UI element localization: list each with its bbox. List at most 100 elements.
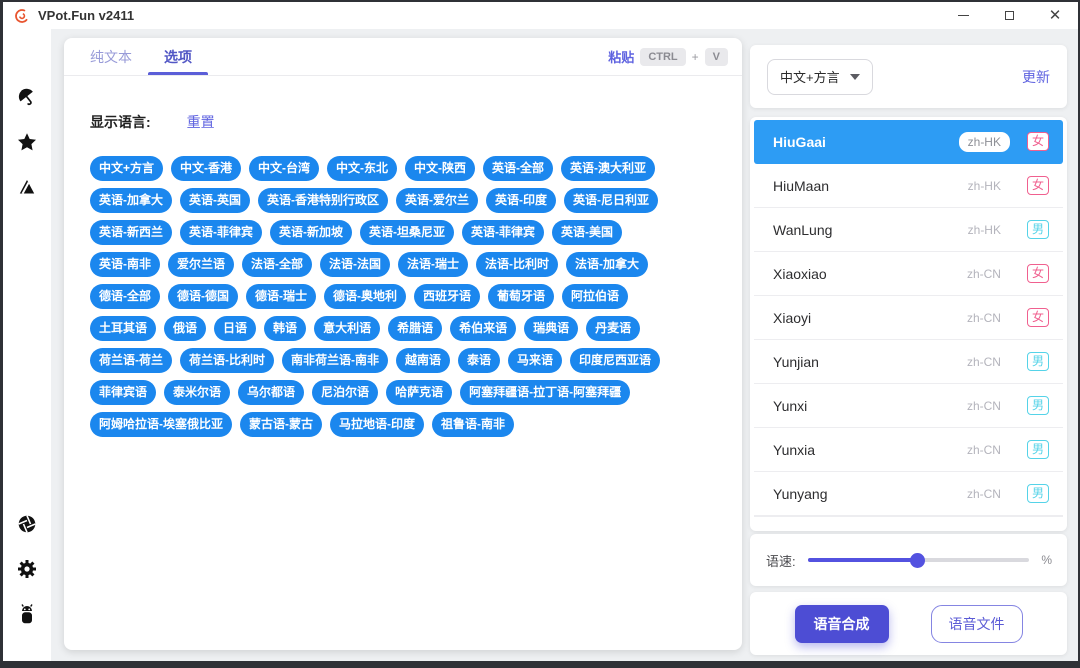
language-pill[interactable]: 德语-瑞士 (246, 284, 316, 309)
voice-gender-badge: 男 (1027, 220, 1049, 239)
maximize-button[interactable] (986, 2, 1032, 29)
pill-row: 菲律宾语泰米尔语乌尔都语尼泊尔语哈萨克语阿塞拜疆语-拉丁语-阿塞拜疆 (90, 380, 718, 405)
ctrl-key-badge: CTRL (640, 48, 685, 66)
azure-icon[interactable] (15, 175, 39, 199)
synthesize-button[interactable]: 语音合成 (795, 605, 889, 643)
language-pill[interactable]: 英语-坦桑尼亚 (360, 220, 454, 245)
close-button[interactable]: ✕ (1032, 2, 1078, 29)
language-pill[interactable]: 英语-新西兰 (90, 220, 172, 245)
voice-gender-badge: 男 (1027, 440, 1049, 459)
language-pill[interactable]: 阿塞拜疆语-拉丁语-阿塞拜疆 (460, 380, 630, 405)
language-pill[interactable]: 中文-陕西 (405, 156, 475, 181)
language-pill[interactable]: 英语-菲律宾 (462, 220, 544, 245)
language-pill[interactable]: 葡萄牙语 (488, 284, 554, 309)
language-pill[interactable]: 德语-奥地利 (324, 284, 406, 309)
language-pill[interactable]: 英语-尼日利亚 (564, 188, 658, 213)
voice-locale-badge: zh-CN (967, 443, 1001, 457)
language-pill[interactable]: 法语-法国 (320, 252, 390, 277)
pill-row: 荷兰语-荷兰荷兰语-比利时南非荷兰语-南非越南语泰语马来语印度尼西亚语 (90, 348, 718, 373)
language-pill[interactable]: 阿姆哈拉语-埃塞俄比亚 (90, 412, 232, 437)
star-icon[interactable] (15, 130, 39, 154)
language-pill[interactable]: 德语-全部 (90, 284, 160, 309)
paste-link[interactable]: 粘贴 (608, 47, 634, 66)
language-pill[interactable]: 泰语 (458, 348, 500, 373)
language-pill[interactable]: 希伯来语 (450, 316, 516, 341)
language-pill[interactable]: 中文-香港 (171, 156, 241, 181)
language-pill[interactable]: 法语-瑞士 (398, 252, 468, 277)
language-pill[interactable]: 英语-全部 (483, 156, 553, 181)
voice-row[interactable]: WanLungzh-HK男 (754, 208, 1063, 252)
language-pill[interactable]: 尼泊尔语 (312, 380, 378, 405)
slider-thumb[interactable] (910, 553, 925, 568)
language-pill[interactable]: 蒙古语-蒙古 (240, 412, 322, 437)
language-pill[interactable]: 南非荷兰语-南非 (282, 348, 388, 373)
language-pill[interactable]: 希腊语 (388, 316, 442, 341)
language-filter-dropdown[interactable]: 中文+方言 (767, 59, 873, 95)
rate-slider[interactable] (808, 553, 1030, 567)
voice-locale-badge: zh-CN (967, 311, 1001, 325)
voice-row[interactable]: HiuMaanzh-HK女 (754, 164, 1063, 208)
language-pill[interactable]: 英语-印度 (486, 188, 556, 213)
language-pill[interactable]: 英语-新加坡 (270, 220, 352, 245)
language-pill[interactable]: 丹麦语 (586, 316, 640, 341)
gear-icon[interactable] (15, 557, 39, 581)
umbrella-icon[interactable] (15, 85, 39, 109)
voice-gender-badge: 女 (1027, 308, 1049, 327)
language-pill[interactable]: 瑞典语 (524, 316, 578, 341)
language-pill[interactable]: 马拉地语-印度 (330, 412, 424, 437)
reset-link[interactable]: 重置 (187, 112, 215, 132)
language-pill[interactable]: 西班牙语 (414, 284, 480, 309)
language-pill[interactable]: 俄语 (164, 316, 206, 341)
language-pill[interactable]: 中文+方言 (90, 156, 163, 181)
language-pill[interactable]: 德语-德国 (168, 284, 238, 309)
pill-row: 土耳其语俄语日语韩语意大利语希腊语希伯来语瑞典语丹麦语 (90, 316, 718, 341)
language-pill[interactable]: 英语-澳大利亚 (561, 156, 655, 181)
language-pill[interactable]: 阿拉伯语 (562, 284, 628, 309)
language-pill[interactable]: 中文-东北 (327, 156, 397, 181)
language-pill[interactable]: 英语-美国 (552, 220, 622, 245)
voice-row[interactable]: Yunyangzh-CN男 (754, 472, 1063, 516)
language-pill[interactable]: 意大利语 (314, 316, 380, 341)
language-pill[interactable]: 英语-南非 (90, 252, 160, 277)
android-icon[interactable] (15, 602, 39, 626)
language-pill[interactable]: 爱尔兰语 (168, 252, 234, 277)
language-pill[interactable]: 荷兰语-荷兰 (90, 348, 172, 373)
language-pill[interactable]: 中文-台湾 (249, 156, 319, 181)
language-pill[interactable]: 英语-加拿大 (90, 188, 172, 213)
language-pill[interactable]: 马来语 (508, 348, 562, 373)
language-pill[interactable]: 印度尼西亚语 (570, 348, 660, 373)
language-pill[interactable]: 乌尔都语 (238, 380, 304, 405)
language-pill[interactable]: 祖鲁语-南非 (432, 412, 514, 437)
voice-row[interactable]: HiuGaaizh-HK女 (754, 120, 1063, 164)
voice-name: Yunjian (773, 354, 819, 370)
aperture-icon[interactable] (15, 512, 39, 536)
language-pill[interactable]: 韩语 (264, 316, 306, 341)
language-pill[interactable]: 英语-香港特别行政区 (258, 188, 388, 213)
voice-row[interactable]: Yunxizh-CN男 (754, 384, 1063, 428)
tab-options[interactable]: 选项 (154, 38, 202, 75)
language-pill[interactable]: 日语 (214, 316, 256, 341)
voice-row[interactable]: Yunjianzh-CN男 (754, 340, 1063, 384)
language-pill[interactable]: 荷兰语-比利时 (180, 348, 274, 373)
language-pill[interactable]: 英语-英国 (180, 188, 250, 213)
voice-locale-badge: zh-HK (968, 179, 1001, 193)
language-pill[interactable]: 英语-爱尔兰 (396, 188, 478, 213)
language-pill[interactable]: 土耳其语 (90, 316, 156, 341)
voice-file-button[interactable]: 语音文件 (931, 605, 1023, 643)
language-pill[interactable]: 哈萨克语 (386, 380, 452, 405)
update-link[interactable]: 更新 (1022, 67, 1050, 87)
voice-list: HiuGaaizh-HK女HiuMaanzh-HK女WanLungzh-HK男X… (750, 117, 1067, 531)
language-pill[interactable]: 菲律宾语 (90, 380, 156, 405)
language-pill[interactable]: 英语-菲律宾 (180, 220, 262, 245)
language-pill[interactable]: 法语-全部 (242, 252, 312, 277)
voice-row[interactable]: Yunxiazh-CN男 (754, 428, 1063, 472)
language-pill[interactable]: 法语-比利时 (476, 252, 558, 277)
voice-row[interactable]: Xiaoxiaozh-CN女 (754, 252, 1063, 296)
language-pill[interactable]: 越南语 (396, 348, 450, 373)
voice-row[interactable]: Xiaoyizh-CN女 (754, 296, 1063, 340)
minimize-button[interactable] (940, 2, 986, 29)
tab-plain-text[interactable]: 纯文本 (80, 38, 142, 75)
maximize-icon (1005, 11, 1014, 20)
language-pill[interactable]: 泰米尔语 (164, 380, 230, 405)
language-pill[interactable]: 法语-加拿大 (566, 252, 648, 277)
